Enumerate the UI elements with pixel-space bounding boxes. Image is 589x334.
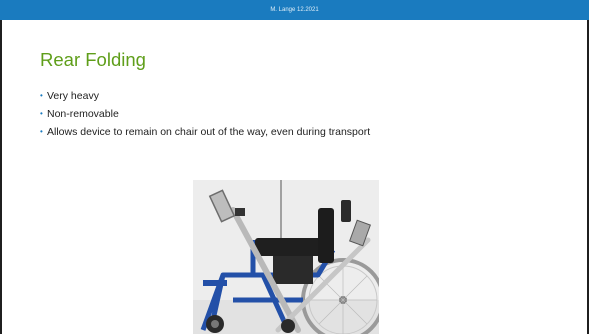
- bullet-text: Allows device to remain on chair out of …: [47, 126, 371, 138]
- wheelchair-with-mount-illustration: [193, 180, 379, 334]
- bullet-text: Very heavy: [47, 90, 99, 102]
- wheelchair-photo: [193, 180, 379, 334]
- bullet-marker-icon: •: [40, 127, 43, 136]
- header-text: M. Lange 12.2021: [270, 7, 319, 13]
- bullet-marker-icon: •: [40, 109, 43, 118]
- bullet-text: Non-removable: [47, 108, 119, 120]
- slide: M. Lange 12.2021 Rear Folding • Very hea…: [0, 0, 589, 334]
- slide-border-left: [0, 20, 2, 334]
- bullet-item: • Very heavy: [40, 87, 370, 105]
- bullet-marker-icon: •: [40, 91, 43, 100]
- slide-title: Rear Folding: [40, 49, 146, 70]
- bullet-item: • Non-removable: [40, 105, 370, 123]
- bullet-item: • Allows device to remain on chair out o…: [40, 123, 370, 141]
- bullet-list: • Very heavy • Non-removable • Allows de…: [40, 87, 370, 141]
